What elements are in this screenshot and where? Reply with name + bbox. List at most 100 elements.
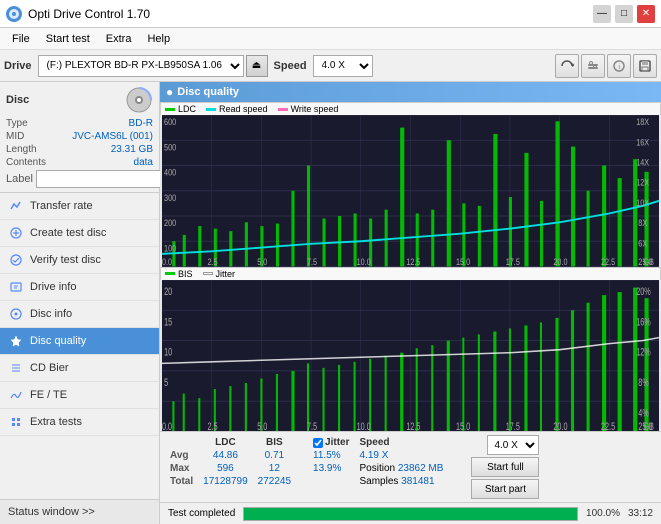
svg-text:20.0: 20.0 [553,258,568,267]
disc-mid-row: MID JVC-AMS6L (001) [6,131,153,142]
avg-ldc: 44.86 [199,450,252,461]
drive-toolbar: Drive (F:) PLEXTOR BD-R PX-LB950SA 1.06 … [0,50,661,82]
legend-write-speed-label: Write speed [291,104,339,114]
legend-read-speed-label: Read speed [219,104,268,114]
drive-select[interactable]: (F:) PLEXTOR BD-R PX-LB950SA 1.06 [38,55,244,77]
svg-text:6X: 6X [638,239,647,249]
stats-total-row: Total 17128799 272245 Samples 381481 [166,476,457,487]
disc-label-label: Label [6,173,33,185]
disc-type-value: BD-R [129,118,153,129]
status-time: 33:12 [628,508,653,519]
col-header-bis: BIS [254,437,295,448]
disc-length-value: 23.31 GB [111,144,153,155]
sidebar-item-disc-quality[interactable]: Disc quality [0,328,159,355]
svg-text:7.5: 7.5 [307,420,317,431]
svg-text:5: 5 [164,376,168,388]
menu-extra[interactable]: Extra [98,31,140,47]
svg-text:100: 100 [164,244,177,254]
sidebar-label-fe-te: FE / TE [30,389,67,401]
svg-text:17.5: 17.5 [506,420,520,431]
drive-label: Drive [4,60,32,72]
svg-text:GB: GB [643,420,653,431]
stats-max-row: Max 596 12 13.9% Position 23862 MB [166,463,457,474]
menubar: File Start test Extra Help [0,28,661,50]
max-ldc: 596 [199,463,252,474]
status-window-button[interactable]: Status window >> [0,499,159,524]
avg-bis: 0.71 [254,450,295,461]
svg-text:600: 600 [164,117,177,127]
bis-legend-dot [165,272,175,275]
disc-title: Disc [6,94,29,106]
app-title: Opti Drive Control 1.70 [28,7,150,21]
svg-text:20: 20 [164,285,172,297]
legend-ldc-label: LDC [178,104,196,114]
info-button[interactable]: i [607,54,631,78]
drive-select-wrapper: (F:) PLEXTOR BD-R PX-LB950SA 1.06 ⏏ [38,55,268,77]
sidebar-item-fe-te[interactable]: FE / TE [0,382,159,409]
jitter-checkbox[interactable] [313,438,323,448]
svg-text:15.0: 15.0 [456,420,470,431]
disc-header: Disc [6,86,153,114]
menu-help[interactable]: Help [139,31,178,47]
svg-text:12X: 12X [636,178,649,188]
svg-text:5.0: 5.0 [257,258,268,267]
sidebar-item-disc-info[interactable]: Disc info [0,301,159,328]
disc-label-row: Label ✎ [6,170,153,188]
svg-text:GB: GB [643,258,653,267]
svg-text:5.0: 5.0 [257,420,267,431]
sidebar-item-transfer-rate[interactable]: Transfer rate [0,193,159,220]
start-full-button[interactable]: Start full [471,457,539,477]
sidebar-label-drive-info: Drive info [30,281,76,293]
svg-text:2.5: 2.5 [208,420,218,431]
disc-type-label: Type [6,118,28,129]
disc-label-input[interactable] [36,170,176,188]
sidebar-item-drive-info[interactable]: Drive info [0,274,159,301]
write-speed-legend-dot [278,108,288,111]
maximize-button[interactable]: □ [615,5,633,23]
svg-text:10X: 10X [636,198,649,208]
menu-file[interactable]: File [4,31,38,47]
svg-text:12%: 12% [636,346,651,358]
start-part-button[interactable]: Start part [471,479,539,499]
titlebar-left: Opti Drive Control 1.70 [6,6,150,22]
top-chart-svg: 0.0 2.5 5.0 7.5 10.0 12.5 15.0 17.5 20.0… [162,115,659,267]
svg-text:8%: 8% [638,376,648,388]
top-chart-legend: LDC Read speed Write speed [160,102,661,115]
sidebar-label-extra-tests: Extra tests [30,416,82,428]
disc-quality-header: ● Disc quality [160,82,661,102]
stats-panel: LDC BIS Jitter Speed [160,431,661,502]
drive-eject-button[interactable]: ⏏ [246,55,268,77]
save-button[interactable] [633,54,657,78]
disc-panel: Disc Type BD-R MID JVC-AMS6L (001) Lengt… [0,82,159,193]
sidebar-item-cd-bier[interactable]: CD Bier [0,355,159,382]
sidebar-item-extra-tests[interactable]: Extra tests [0,409,159,436]
disc-contents-row: Contents data [6,157,153,168]
toolbar-icons: i [555,54,657,78]
content-area: ● Disc quality LDC Read speed Write spee… [160,82,661,524]
close-button[interactable]: ✕ [637,5,655,23]
position-value: 23862 MB [398,463,444,474]
sidebar-label-create-test-disc: Create test disc [30,227,106,239]
samples-label: Samples 381481 [355,476,447,487]
bottom-statusbar: Test completed 100.0% 33:12 [160,502,661,524]
menu-start-test[interactable]: Start test [38,31,98,47]
progress-bar-fill [244,508,577,520]
col-header-jitter: Jitter [309,437,353,448]
avg-label: Avg [166,450,197,461]
sidebar-item-create-test-disc[interactable]: Create test disc [0,220,159,247]
svg-text:20%: 20% [636,285,651,297]
status-text: Test completed [168,508,235,519]
jitter-legend-dot [203,272,213,275]
sidebar-item-verify-test-disc[interactable]: Verify test disc [0,247,159,274]
svg-text:400: 400 [164,168,177,178]
cd-bier-icon [8,360,24,376]
minimize-button[interactable]: — [593,5,611,23]
disc-contents-label: Contents [6,157,46,168]
speed-select[interactable]: 4.0 X [313,55,373,77]
speed-start-panel: 4.0 X Start full Start part [471,435,539,499]
settings-button[interactable] [581,54,605,78]
sidebar-label-disc-info: Disc info [30,308,72,320]
refresh-button[interactable] [555,54,579,78]
speed-select-stats[interactable]: 4.0 X [487,435,539,455]
col-header-speed: Speed [355,437,447,448]
